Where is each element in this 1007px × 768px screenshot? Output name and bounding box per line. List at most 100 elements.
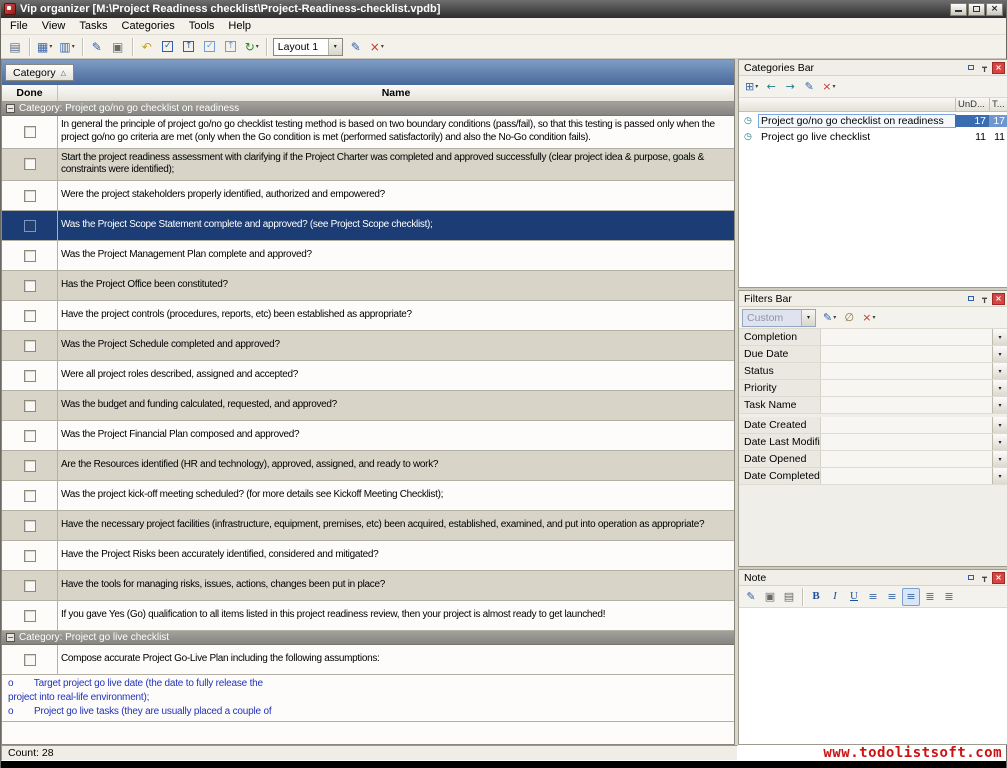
filter-value-input[interactable] (821, 346, 992, 362)
task-checkbox[interactable] (24, 158, 36, 170)
delete-layout-icon[interactable]: ×▾ (367, 37, 387, 57)
column-header-name[interactable]: Name (58, 85, 734, 101)
pin-panel-icon[interactable]: ┳ (978, 293, 991, 305)
task-checkbox[interactable] (24, 490, 36, 502)
dropdown-arrow-icon[interactable]: ▾ (992, 397, 1007, 413)
task-note-row[interactable]: o Target project go live date (the date … (2, 675, 734, 722)
task-checkbox[interactable] (24, 190, 36, 202)
task-row[interactable]: Has the Project Office been constituted? (2, 271, 734, 301)
task-checkbox[interactable] (24, 340, 36, 352)
task-checkbox[interactable] (24, 250, 36, 262)
task-row[interactable]: In general the principle of project go/n… (2, 116, 734, 149)
bullet-list-icon[interactable]: ≣ (921, 588, 939, 606)
italic-icon[interactable]: I (826, 588, 844, 606)
pin-panel-icon[interactable]: ┳ (978, 62, 991, 74)
task-row[interactable]: Have the necessary project facilities (i… (2, 511, 734, 541)
task-checkbox[interactable] (24, 550, 36, 562)
dropdown-arrow-icon[interactable]: ▾ (992, 363, 1007, 379)
align-center-icon[interactable]: ≡ (883, 588, 901, 606)
copy-icon[interactable]: ▣ (761, 588, 779, 606)
window-titlebar[interactable]: Vip organizer [M:\Project Readiness chec… (1, 0, 1006, 18)
sync-icon[interactable]: ↻▾ (242, 37, 262, 57)
align-left-icon[interactable]: ≡ (864, 588, 882, 606)
edit-category-icon[interactable]: ✎ (800, 78, 818, 96)
view-mode-icon[interactable]: ▥▾ (56, 37, 77, 57)
task-checkbox[interactable] (24, 400, 36, 412)
task-checkbox[interactable] (24, 280, 36, 292)
filter-value-input[interactable] (821, 468, 992, 484)
filter-value-input[interactable] (821, 380, 992, 396)
dropdown-arrow-icon[interactable]: ▾ (992, 346, 1007, 362)
minimize-button[interactable] (950, 3, 967, 16)
menu-help[interactable]: Help (221, 19, 258, 33)
move-left-icon[interactable]: ← (762, 78, 780, 96)
task-row[interactable]: Was the project kick-off meeting schedul… (2, 481, 734, 511)
align-justify-icon[interactable]: ≡ (902, 588, 920, 606)
menu-categories[interactable]: Categories (115, 19, 182, 33)
underline-icon[interactable]: U (845, 588, 863, 606)
task-checkbox[interactable] (24, 654, 36, 666)
restore-button[interactable] (968, 3, 985, 16)
task-row[interactable]: Start the project readiness assessment w… (2, 149, 734, 182)
category-item[interactable]: ◷Project go live checklist1111 (739, 129, 1007, 145)
task-checkbox[interactable] (24, 610, 36, 622)
filter-preset-select[interactable]: Custom▾ (742, 309, 816, 327)
task-checkbox[interactable] (24, 310, 36, 322)
column-header-done[interactable]: Done (2, 85, 58, 101)
task-row[interactable]: Have the project controls (procedures, r… (2, 301, 734, 331)
close-panel-icon[interactable]: × (992, 293, 1005, 305)
edit-task-icon[interactable]: ✎ (87, 37, 107, 57)
new-task-icon[interactable]: ▦▾ (34, 37, 55, 57)
group-header[interactable]: −Category: Project go/no go checklist on… (2, 102, 734, 116)
task-row[interactable]: Was the Project Financial Plan composed … (2, 421, 734, 451)
task-row[interactable]: Have the Project Risks been accurately i… (2, 541, 734, 571)
app-icon[interactable] (4, 3, 16, 15)
numbered-list-icon[interactable]: ≣ (940, 588, 958, 606)
menu-tools[interactable]: Tools (182, 19, 222, 33)
edit-note-icon[interactable]: ✎ (742, 588, 760, 606)
filter-value-input[interactable] (821, 329, 992, 345)
dropdown-arrow-icon[interactable]: ▾ (992, 329, 1007, 345)
delete-category-icon[interactable]: ×▾ (819, 78, 838, 96)
edit-layout-icon[interactable]: ✎ (346, 37, 366, 57)
filter-value-input[interactable] (821, 451, 992, 467)
move-up-icon[interactable]: ↑ (179, 37, 199, 57)
task-checkbox[interactable] (24, 580, 36, 592)
dropdown-arrow-icon[interactable]: ▾ (992, 434, 1007, 450)
undo-icon[interactable]: ↶ (137, 37, 157, 57)
move-top-icon[interactable]: ↑ (221, 37, 241, 57)
notes-icon[interactable]: ▣ (108, 37, 128, 57)
organizer-view-icon[interactable]: ▤ (5, 37, 25, 57)
dropdown-arrow-icon[interactable]: ▾ (992, 417, 1007, 433)
category-item[interactable]: ◷Project go/no go checklist on readiness… (739, 113, 1007, 129)
column-header-total[interactable]: T... (989, 98, 1007, 111)
task-row[interactable]: Was the Project Management Plan complete… (2, 241, 734, 271)
approve-all-icon[interactable]: ✓ (200, 37, 220, 57)
clear-filter-icon[interactable]: ∅ (840, 309, 858, 327)
filter-value-input[interactable] (821, 417, 992, 433)
filter-value-input[interactable] (821, 434, 992, 450)
task-row[interactable]: Were the project stakeholders properly i… (2, 181, 734, 211)
task-checkbox[interactable] (24, 220, 36, 232)
filter-value-input[interactable] (821, 397, 992, 413)
maximize-panel-icon[interactable] (964, 62, 977, 74)
menu-view[interactable]: View (35, 19, 73, 33)
complete-task-icon[interactable]: ✓ (158, 37, 178, 57)
dropdown-arrow-icon[interactable]: ▾ (992, 468, 1007, 484)
collapse-icon[interactable]: − (6, 104, 15, 113)
task-row[interactable]: Are the Resources identified (HR and tec… (2, 451, 734, 481)
bold-icon[interactable]: B (807, 588, 825, 606)
edit-filter-icon[interactable]: ✎▾ (820, 309, 839, 327)
filter-value-input[interactable] (821, 363, 992, 379)
dropdown-arrow-icon[interactable]: ▾ (992, 380, 1007, 396)
collapse-icon[interactable]: − (6, 633, 15, 642)
task-row[interactable]: Have the tools for managing risks, issue… (2, 571, 734, 601)
dropdown-arrow-icon[interactable]: ▾ (992, 451, 1007, 467)
maximize-panel-icon[interactable] (964, 293, 977, 305)
group-by-category-button[interactable]: Category △ (5, 64, 74, 81)
task-row[interactable]: Was the Project Scope Statement complete… (2, 211, 734, 241)
column-header-undone[interactable]: UnD... (955, 98, 989, 111)
task-row[interactable]: Was the Project Schedule completed and a… (2, 331, 734, 361)
note-editor[interactable] (739, 608, 1007, 744)
dropdown-arrow-icon[interactable]: ▾ (328, 39, 342, 55)
